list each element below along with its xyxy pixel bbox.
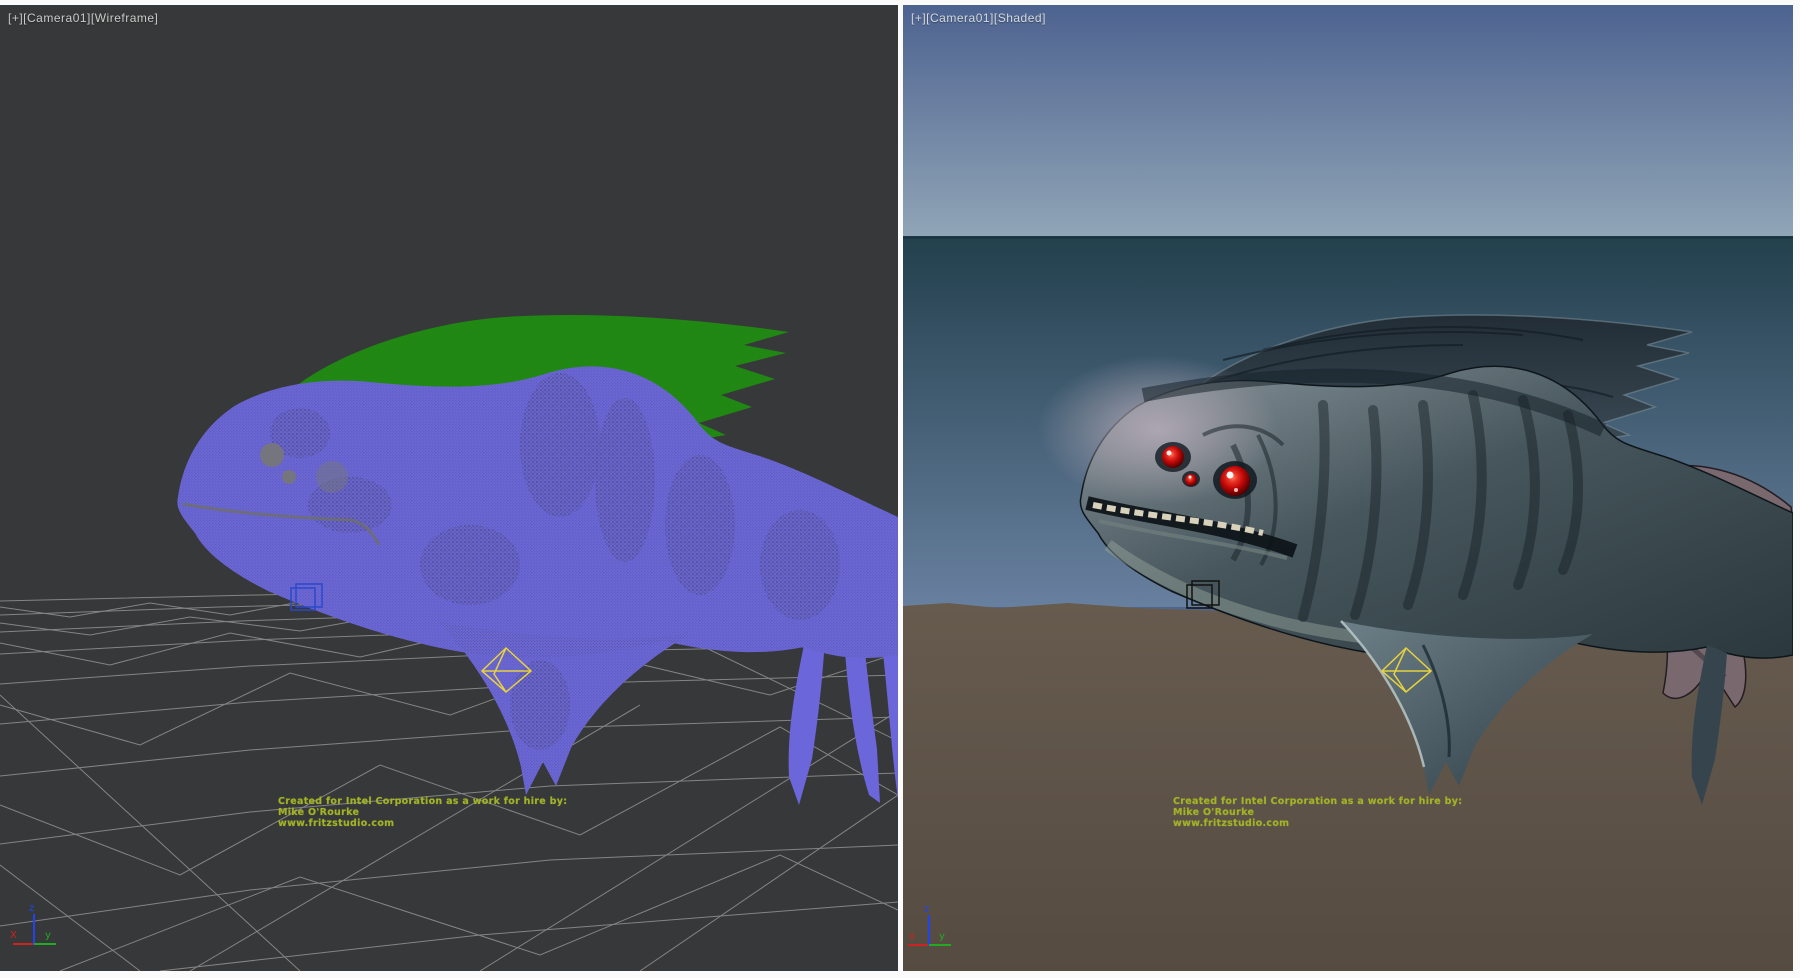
viewport-wireframe[interactable]: [+][Camera01][Wireframe] [0,5,898,971]
credit-line-3: www.fritzstudio.com [1173,818,1462,829]
viewport-label[interactable]: [+][Camera01][Shaded] [911,11,1046,25]
wireframe-fish-model[interactable] [177,315,898,805]
credit-line-1: Created for Intel Corporation as a work … [278,796,567,807]
tail-strand [883,653,898,799]
credit-line-1: Created for Intel Corporation as a work … [1173,796,1462,807]
credit-watermark: Created for Intel Corporation as a work … [278,796,567,829]
sand-ground [903,603,1793,971]
tail-strand [789,645,824,805]
tail-strand [845,651,880,803]
axis-z-label: z [29,903,34,914]
axis-y-label: y [939,931,945,942]
horizon-line [903,236,1793,239]
sky-background [903,5,1793,237]
axis-x-label: x [909,931,915,942]
credit-line-2: Mike O'Rourke [1173,807,1462,818]
axis-x-label: X [10,930,17,941]
credit-line-2: Mike O'Rourke [278,807,567,818]
viewport-label[interactable]: [+][Camera01][Wireframe] [8,11,158,25]
axis-z-label: z [924,904,929,915]
credit-line-3: www.fritzstudio.com [278,818,567,829]
credit-watermark: Created for Intel Corporation as a work … [1173,796,1462,829]
axis-y-label: y [45,930,51,941]
viewport-shaded[interactable]: [+][Camera01][Shaded] [903,5,1793,971]
viewport-split-frame: [+][Camera01][Wireframe] [0,0,1800,978]
